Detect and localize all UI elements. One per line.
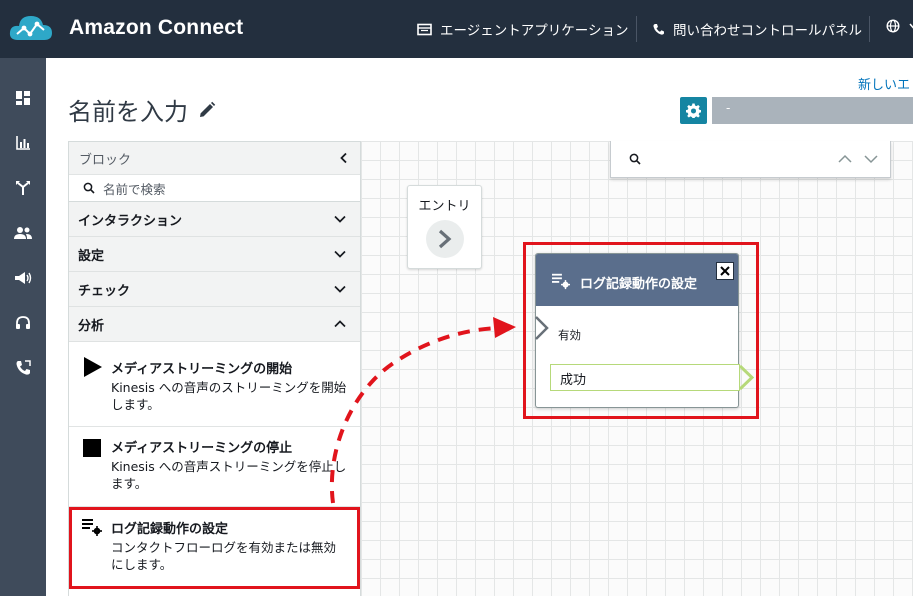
chevron-down-icon [334, 250, 346, 258]
block-stop-media-streaming[interactable]: メディアストリーミングの停止 Kinesis への音声ストリーミングを停止し ま… [69, 427, 360, 507]
analytics-icon[interactable] [12, 132, 34, 154]
block-title: メディアストリーミングの開始 [111, 362, 293, 377]
block-description: Kinesis への音声のストリーミングを開始 します。 [111, 379, 346, 413]
block-set-logging-behavior[interactable]: ログ記録動作の設定 コンタクトフローログを有効または無効 にします。 [69, 507, 360, 592]
routing-icon[interactable] [12, 177, 34, 199]
block-start-media-streaming[interactable]: メディアストリーミングの開始 Kinesis への音声のストリーミングを開始 し… [69, 346, 360, 426]
language-menu[interactable] [886, 19, 913, 33]
category-label: インタラクション [78, 213, 183, 229]
search-icon [629, 153, 641, 165]
category-check[interactable]: チェック [69, 272, 360, 307]
category-analysis[interactable]: 分析 [69, 307, 360, 342]
dashboard-icon[interactable] [12, 87, 34, 109]
block-description-line: します。 [111, 397, 160, 412]
headset-icon[interactable] [12, 312, 34, 334]
chevron-down-icon[interactable] [864, 154, 878, 164]
node-title: ログ記録動作の設定 [580, 277, 698, 292]
chevron-up-icon[interactable] [838, 154, 852, 164]
left-nav [0, 58, 46, 596]
contact-control-panel-link[interactable]: 問い合わせコントロールパネル [652, 19, 862, 39]
new-link[interactable]: 新しいエ [858, 74, 910, 93]
category-label: チェック [78, 283, 131, 299]
divider [636, 16, 637, 42]
logging-behavior-node[interactable]: ログ記録動作の設定 有効 成功 [535, 253, 755, 408]
block-description: コンタクトフローログを有効または無効 にします。 [111, 539, 336, 573]
block-description-line: コンタクトフローログを有効または無効 [111, 540, 337, 555]
category-interaction[interactable]: インタラクション [69, 202, 360, 237]
window-icon [417, 23, 432, 35]
chevron-down-icon [334, 285, 346, 293]
chevron-down-icon [334, 215, 346, 223]
entry-node[interactable]: エントリ [407, 185, 482, 269]
node-input-label: 有効 [558, 328, 581, 342]
amazon-connect-logo[interactable] [8, 10, 54, 48]
panel-header-label: ブロック [79, 152, 132, 168]
search-icon [83, 182, 95, 194]
close-icon [720, 266, 730, 276]
block-search[interactable]: 名前で検索 [69, 175, 360, 202]
canvas-search[interactable] [610, 141, 891, 178]
success-branch[interactable]: 成功 [550, 364, 740, 391]
stop-icon [83, 439, 101, 457]
agent-application-label: エージェントアプリケーション [440, 23, 629, 39]
category-label: 分析 [78, 318, 105, 334]
page-title: 名前を入力 [68, 98, 188, 126]
block-title: ログ記録動作の設定 [111, 522, 229, 537]
output-connector-icon[interactable] [739, 364, 755, 391]
block-description-line: Kinesis への音声ストリーミングを停止し [111, 459, 347, 474]
block-description-line: ます。 [111, 476, 148, 491]
list-settings-icon [82, 519, 102, 536]
panel-header: ブロック [69, 142, 360, 175]
flow-action-dropdown[interactable]: - [712, 97, 913, 124]
category-label: 設定 [78, 248, 105, 264]
close-button[interactable] [716, 262, 734, 280]
chevron-down-icon [909, 23, 913, 29]
category-settings[interactable]: 設定 [69, 237, 360, 272]
node-header: ログ記録動作の設定 [536, 254, 738, 306]
block-description: Kinesis への音声ストリーミングを停止し ます。 [111, 458, 346, 492]
block-panel: ブロック 名前で検索 インタラクション 設定 チェック 分析 メディアストリーミ… [68, 141, 361, 596]
globe-icon [886, 19, 900, 33]
chevron-up-icon [334, 320, 346, 328]
block-title: メディアストリーミングの停止 [111, 441, 293, 456]
flow-name-title[interactable]: 名前を入力 [68, 92, 216, 127]
gear-icon [686, 103, 701, 118]
users-icon[interactable] [12, 222, 34, 244]
branch-label: 成功 [560, 373, 587, 388]
chevron-right-icon [438, 229, 452, 249]
entry-label: エントリ [418, 199, 471, 214]
phone-routing-icon[interactable] [12, 357, 34, 379]
app-title: Amazon Connect [69, 16, 244, 39]
search-placeholder: 名前で検索 [103, 181, 166, 197]
phone-icon [653, 23, 664, 35]
block-description-line: にします。 [111, 557, 173, 572]
input-connector-icon[interactable] [535, 316, 549, 340]
entry-output[interactable] [426, 220, 464, 258]
campaign-icon[interactable] [12, 267, 34, 289]
agent-application-link[interactable]: エージェントアプリケーション [417, 19, 628, 39]
top-bar: Amazon Connect エージェントアプリケーション 問い合わせコントロー… [0, 0, 913, 58]
collapse-chevron-icon[interactable] [338, 152, 350, 164]
contact-control-panel-label: 問い合わせコントロールパネル [673, 23, 862, 39]
block-description-line: Kinesis への音声のストリーミングを開始 [111, 380, 347, 395]
play-icon [84, 357, 102, 377]
settings-button[interactable] [680, 97, 707, 124]
list-settings-icon [552, 273, 570, 290]
divider [869, 16, 870, 42]
pencil-icon[interactable] [198, 101, 216, 119]
